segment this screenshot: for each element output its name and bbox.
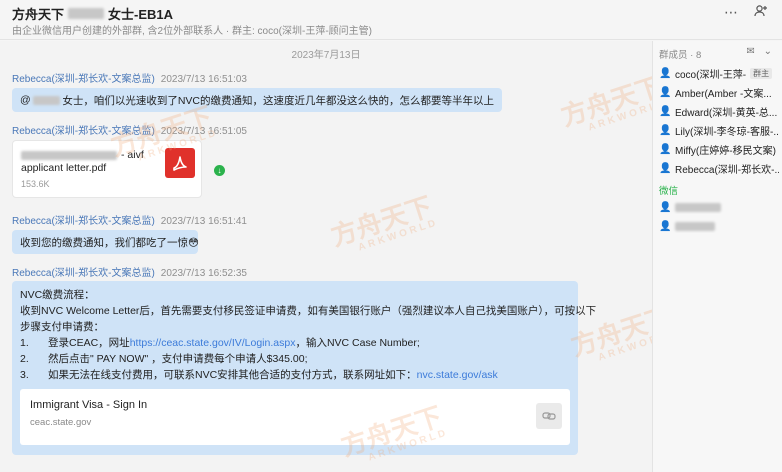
user-avatar-icon: 👤 — [659, 124, 672, 136]
sender-name[interactable]: Rebecca(深圳-郑长欢-文案总监) — [12, 126, 155, 137]
emoji-flushed: 😳 — [188, 237, 199, 249]
message-sender[interactable]: Rebecca(深圳-郑长欢-文案总监) 2023/7/13 16:51:41 — [12, 212, 247, 227]
message-line: 收到NVC Welcome Letter后，首先需要支付移民签证申请费，如有美国… — [20, 305, 597, 317]
step-2: 2. 然后点击" PAY NOW" ，支付申请费每个申请人$345.00; — [20, 351, 570, 367]
watermark: 方舟天下 ARKWORLD — [556, 66, 652, 140]
add-member-icon[interactable] — [754, 4, 768, 21]
step-1: 1. 登录CEAC，网址https://ceac.state.gov/IV/Log… — [20, 335, 570, 351]
user-avatar-icon: 👤 — [659, 201, 672, 213]
member-count: 群成员 · 8 — [659, 50, 702, 61]
ceac-link[interactable]: https://ceac.state.gov/IV/Login.aspx — [130, 337, 296, 349]
step-3: 3. 如果无法在线支付费用，可联系NVC安排其他合适的支付方式，联系网址如下：nv… — [20, 367, 570, 383]
message-sender[interactable]: Rebecca(深圳-郑长欢-文案总监) 2023/7/13 16:51:03 — [12, 70, 247, 85]
collapse-icon[interactable]: ⌄ — [764, 46, 772, 57]
redacted-mention — [32, 95, 61, 105]
step-number: 3. — [20, 369, 29, 381]
member-item[interactable]: 👤 Rebecca(深圳-郑长欢-... — [659, 161, 779, 176]
title-suffix: 女士-EB1A — [108, 6, 174, 22]
link-preview-icon — [536, 403, 562, 429]
owner-tag: 群主 — [750, 67, 773, 79]
step-number: 2. — [20, 353, 29, 365]
title-prefix: 方舟天下 — [12, 6, 65, 22]
message-time: 2023/7/13 16:52:35 — [160, 268, 247, 279]
file-size: 153.6K — [21, 179, 50, 189]
sender-name[interactable]: Rebecca(深圳-郑长欢-文案总监) — [12, 74, 155, 85]
user-avatar-icon: 👤 — [659, 105, 672, 117]
member-item[interactable]: 👤 Edward(深圳-黄英-总... — [659, 104, 779, 119]
user-avatar-icon: 👤 — [659, 162, 672, 174]
file-name-suffix: - aivf — [121, 149, 144, 161]
watermark-cn: 方舟天下 — [327, 190, 436, 252]
chat-subtitle: 由企业微信用户创建的外部群, 含2位外部联系人 · 群主: coco(深圳-王萍… — [12, 26, 373, 37]
step-text: 登录CEAC，网址 — [48, 337, 130, 349]
message-bubble[interactable]: 收到您的缴费通知，我们都吃了一惊😳 — [12, 230, 199, 254]
message-bubble[interactable]: NVC缴费流程： 收到NVC Welcome Letter后，首先需要支付移民签… — [12, 281, 597, 455]
message-text: 收到您的缴费通知，我们都吃了一惊 — [20, 237, 188, 249]
chat-title: 方舟天下 女士-EB1A — [12, 5, 174, 22]
member-item[interactable]: 👤 Miffy(庄婷婷-移民文案) — [659, 142, 779, 157]
user-avatar-icon: 👤 — [659, 143, 672, 155]
watermark-cn: 方舟天下 — [557, 70, 652, 132]
file-name: - aivf — [21, 149, 144, 161]
member-name: Miffy(庄婷婷-移民文案) — [675, 145, 776, 157]
watermark: 方舟天下 ARKWORLD — [326, 186, 440, 260]
ellipsis-icon[interactable]: ⋯ — [724, 4, 738, 20]
user-avatar-icon: 👤 — [659, 220, 672, 232]
message-sender[interactable]: Rebecca(深圳-郑长欢-文案总监) 2023/7/13 16:51:05 — [12, 122, 247, 137]
message-line: NVC缴费流程： — [20, 289, 95, 301]
member-name: Rebecca(深圳-郑长欢-... — [675, 164, 779, 176]
message-line: 步骤支付申请费： — [20, 321, 104, 333]
file-name-line2: applicant letter.pdf — [21, 162, 107, 174]
watermark-en: ARKWORLD — [586, 97, 652, 134]
pdf-icon — [165, 148, 195, 178]
member-panel: 群成员 · 8 ✉ ⌄ 👤 coco(深圳-王萍- 群主 👤 Amber(Amber … — [652, 41, 782, 472]
download-icon[interactable]: ↓ — [214, 165, 225, 176]
chat-header: 方舟天下 女士-EB1A 由企业微信用户创建的外部群, 含2位外部联系人 · 群… — [0, 0, 782, 40]
member-item[interactable]: 👤 Amber(Amber -文案... — [659, 85, 779, 100]
watermark-en: ARKWORLD — [596, 327, 652, 364]
message-text: 女士，咱们以光速收到了NVC的缴费通知，这速度近几年都没这么快的，怎么都要等半年… — [62, 94, 494, 107]
watermark-en: ARKWORLD — [356, 217, 440, 254]
member-name: Edward(深圳-黄英-总... — [675, 107, 778, 119]
step-text: ，输入NVC Case Number; — [295, 337, 420, 349]
member-item[interactable]: 👤 — [659, 219, 779, 233]
message-time: 2023/7/13 16:51:05 — [160, 126, 247, 137]
mention: @ — [20, 94, 31, 106]
sender-name[interactable]: Rebecca(深圳-郑长欢-文案总监) — [12, 268, 155, 279]
message-time: 2023/7/13 16:51:03 — [160, 74, 247, 85]
sender-name[interactable]: Rebecca(深圳-郑长欢-文案总监) — [12, 216, 155, 227]
step-text: 然后点击" PAY NOW" ，支付申请费每个申请人$345.00; — [48, 353, 308, 365]
message-sender[interactable]: Rebecca(深圳-郑长欢-文案总监) 2023/7/13 16:52:35 — [12, 264, 247, 279]
redacted-member-name — [675, 202, 721, 212]
step-number: 1. — [20, 337, 29, 349]
member-name: Amber(Amber -文案... — [675, 88, 772, 100]
nvc-link[interactable]: nvc.state.gov/ask — [417, 369, 498, 381]
member-item[interactable]: 👤 coco(深圳-王萍- 群主 — [659, 66, 779, 80]
member-item[interactable]: 👤 — [659, 200, 779, 214]
message-bubble[interactable]: @ 女士，咱们以光速收到了NVC的缴费通知，这速度近几年都没这么快的，怎么都要等… — [12, 88, 502, 112]
member-name: Lily(深圳-李冬琼-客服-... — [675, 126, 779, 138]
user-avatar-icon: 👤 — [659, 86, 672, 98]
redacted-name — [68, 7, 105, 19]
member-name: coco(深圳-王萍- — [675, 69, 747, 81]
redacted-member-name — [675, 221, 715, 231]
message-list[interactable]: 2023年7月13日 Rebecca(深圳-郑长欢-文案总监) 2023/7/13… — [0, 41, 652, 472]
wechat-section-label: 微信 — [659, 186, 679, 197]
step-text: 如果无法在线支付费用，可联系NVC安排其他合适的支付方式，联系网址如下： — [48, 369, 417, 381]
link-preview-title: Immigrant Visa - Sign In — [30, 399, 148, 411]
link-preview-domain: ceac.state.gov — [30, 417, 92, 428]
redacted-filename — [21, 150, 117, 160]
owner-avatar-icon: 👤 — [659, 67, 672, 79]
file-attachment[interactable]: - aivf applicant letter.pdf 153.6K — [12, 140, 202, 198]
message-time: 2023/7/13 16:51:41 — [160, 216, 247, 227]
date-separator: 2023年7月13日 — [291, 50, 361, 61]
link-preview-card[interactable]: Immigrant Visa - Sign In ceac.state.gov — [20, 389, 570, 445]
member-item[interactable]: 👤 Lily(深圳-李冬琼-客服-... — [659, 123, 779, 138]
mail-icon[interactable]: ✉ — [746, 46, 754, 57]
